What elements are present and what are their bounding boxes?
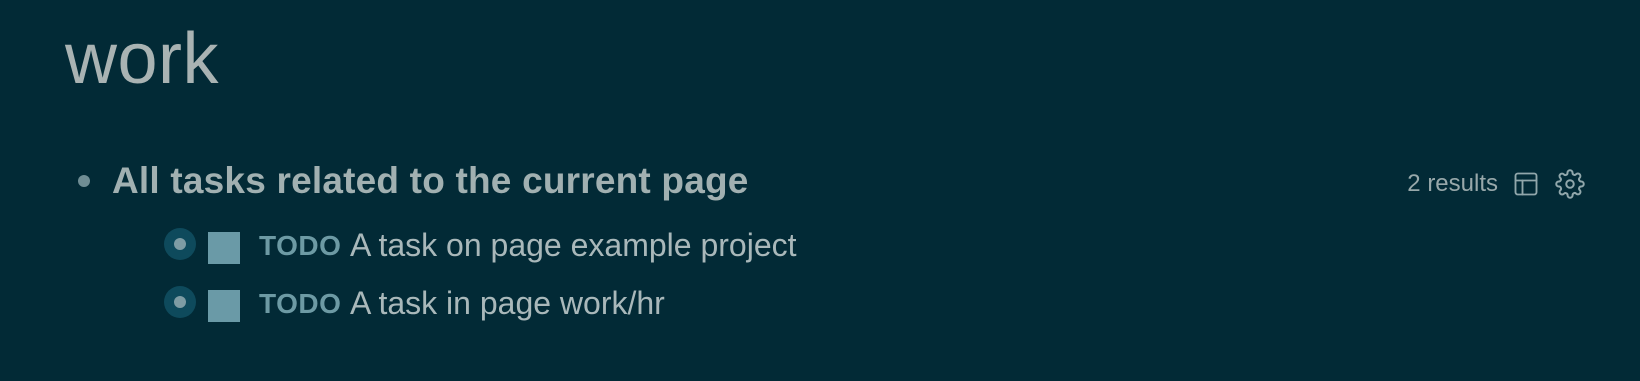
task-list: TODO A task on page example project TODO… <box>0 222 1640 338</box>
table-icon[interactable] <box>1510 168 1542 200</box>
query-title[interactable]: All tasks related to the current page <box>112 156 749 206</box>
results-count: 2 results <box>1407 170 1498 197</box>
query-actions: 2 results <box>1407 166 1586 202</box>
task-checkbox[interactable] <box>208 290 240 322</box>
task-row: TODO A task on page example project <box>0 222 1640 280</box>
task-row: TODO A task in page work/hr <box>0 280 1640 338</box>
task-marker[interactable]: TODO <box>259 284 341 324</box>
query-block: All tasks related to the current page 2 … <box>0 152 1640 212</box>
task-text[interactable]: A task on page example project <box>350 222 797 268</box>
task-marker[interactable]: TODO <box>259 226 341 266</box>
task-bullet[interactable] <box>164 286 196 318</box>
page-title[interactable]: work <box>65 8 219 110</box>
task-bullet[interactable] <box>164 228 196 260</box>
block-bullet[interactable] <box>78 175 90 187</box>
task-checkbox[interactable] <box>208 232 240 264</box>
task-text[interactable]: A task in page work/hr <box>350 280 665 326</box>
gear-icon[interactable] <box>1554 168 1586 200</box>
